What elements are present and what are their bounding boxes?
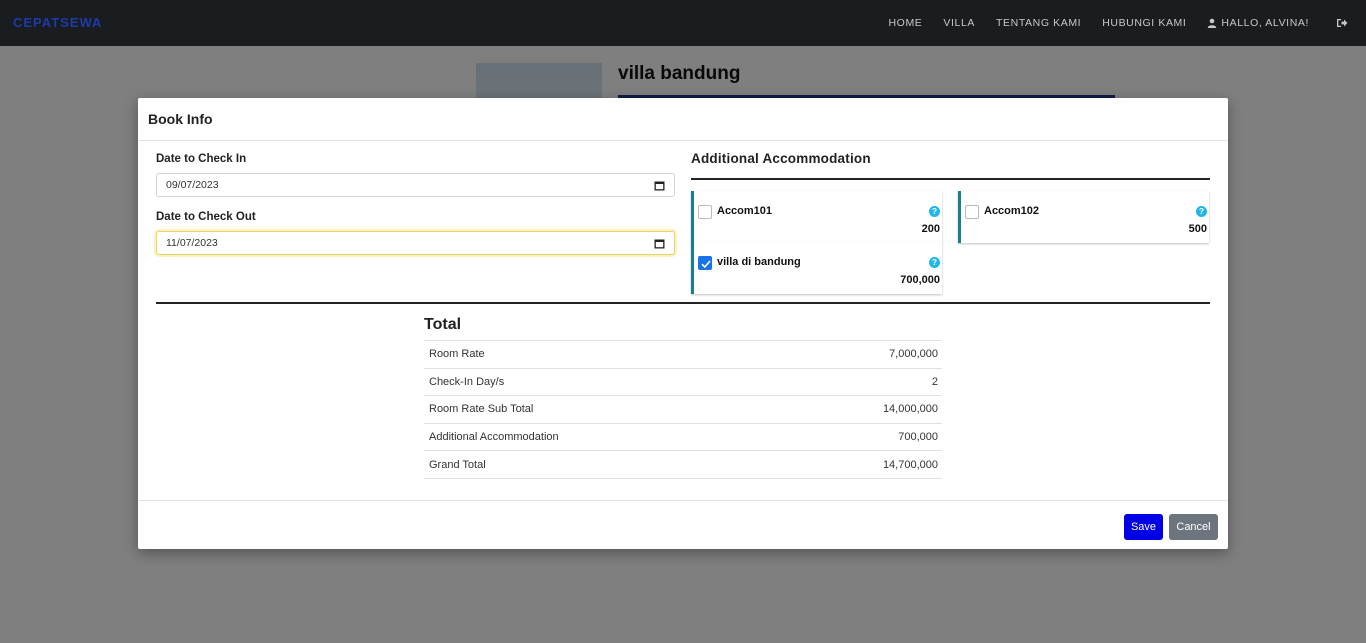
help-icon[interactable]: ?: [929, 206, 940, 217]
check-in-label: Date to Check In: [156, 153, 247, 165]
check-icon: [701, 260, 711, 269]
row-value: 7,000,000: [889, 348, 938, 361]
accommodation-price: 700,000: [900, 274, 940, 286]
modal-title: Book Info: [148, 111, 213, 127]
nav-links: HOME VILLA TENTANG KAMI HUBUNGI KAMI HAL…: [889, 0, 1366, 46]
table-row: Room Rate 7,000,000: [424, 340, 942, 369]
check-out-value: 11/07/2023: [166, 237, 218, 249]
cancel-button[interactable]: Cancel: [1169, 514, 1218, 540]
user-icon: [1208, 18, 1217, 28]
logout-icon[interactable]: [1336, 17, 1348, 29]
accommodation-card[interactable]: Accom101 ? 200: [691, 191, 942, 243]
accommodation-name: villa di bandung: [717, 256, 801, 268]
modal-footer: Save Cancel: [138, 500, 1228, 549]
table-row: Room Rate Sub Total 14,000,000: [424, 395, 942, 424]
row-value: 14,000,000: [882, 403, 938, 416]
navbar: CEPATSEWA HOME VILLA TENTANG KAMI HUBUNG…: [0, 0, 1366, 46]
check-in-input[interactable]: 09/07/2023: [156, 173, 675, 197]
accommodation-name: Accom101: [717, 205, 773, 217]
accommodation-title: Additional Accommodation: [691, 151, 871, 166]
accommodation-checkbox[interactable]: [965, 205, 979, 219]
help-icon[interactable]: ?: [929, 257, 940, 268]
row-value: 14,700,000: [882, 458, 938, 471]
row-label: Room Rate: [429, 348, 485, 361]
nav-tentang-kami[interactable]: TENTANG KAMI: [996, 17, 1081, 29]
accommodation-divider: [691, 178, 1210, 180]
calendar-icon[interactable]: [654, 238, 665, 249]
nav-home[interactable]: HOME: [889, 17, 923, 29]
modal-header: Book Info: [138, 98, 1228, 141]
table-row: Check-In Day/s 2: [424, 368, 942, 396]
section-divider: [156, 302, 1210, 304]
row-label: Grand Total: [429, 458, 486, 471]
total-title: Total: [424, 316, 462, 333]
row-value: 2: [931, 375, 938, 388]
row-label: Additional Accommodation: [429, 431, 559, 444]
check-out-label: Date to Check Out: [156, 211, 256, 223]
nav-user[interactable]: HALLO, ALVINA!: [1207, 17, 1309, 29]
row-value: 700,000: [898, 431, 938, 444]
table-row: Grand Total 14,700,000: [424, 450, 942, 479]
calendar-icon[interactable]: [654, 180, 665, 191]
row-label: Check-In Day/s: [429, 375, 505, 388]
accommodation-price: 500: [1188, 223, 1207, 235]
brand-logo[interactable]: CEPATSEWA: [13, 15, 102, 30]
accommodation-price: 200: [921, 223, 940, 235]
accommodation-checkbox[interactable]: [698, 205, 712, 219]
check-out-input[interactable]: 11/07/2023: [156, 231, 675, 255]
book-info-modal: Book Info Date to Check In 09/07/2023 Da…: [138, 98, 1228, 549]
accommodation-checkbox[interactable]: [698, 256, 712, 270]
nav-villa[interactable]: VILLA: [943, 17, 975, 29]
help-icon[interactable]: ?: [1196, 206, 1207, 217]
check-in-value: 09/07/2023: [166, 179, 219, 191]
user-greeting: HALLO, ALVINA!: [1221, 17, 1309, 29]
table-row: Additional Accommodation 700,000: [424, 423, 942, 451]
accommodation-card[interactable]: villa di bandung ? 700,000: [691, 242, 942, 294]
nav-hubungi-kami[interactable]: HUBUNGI KAMI: [1102, 17, 1186, 29]
total-table: Room Rate 7,000,000 Check-In Day/s 2 Roo…: [424, 340, 942, 479]
row-label: Room Rate Sub Total: [429, 403, 534, 416]
save-button[interactable]: Save: [1124, 514, 1163, 540]
accommodation-card[interactable]: Accom102 ? 500: [958, 191, 1209, 243]
accommodation-name: Accom102: [984, 205, 1040, 217]
